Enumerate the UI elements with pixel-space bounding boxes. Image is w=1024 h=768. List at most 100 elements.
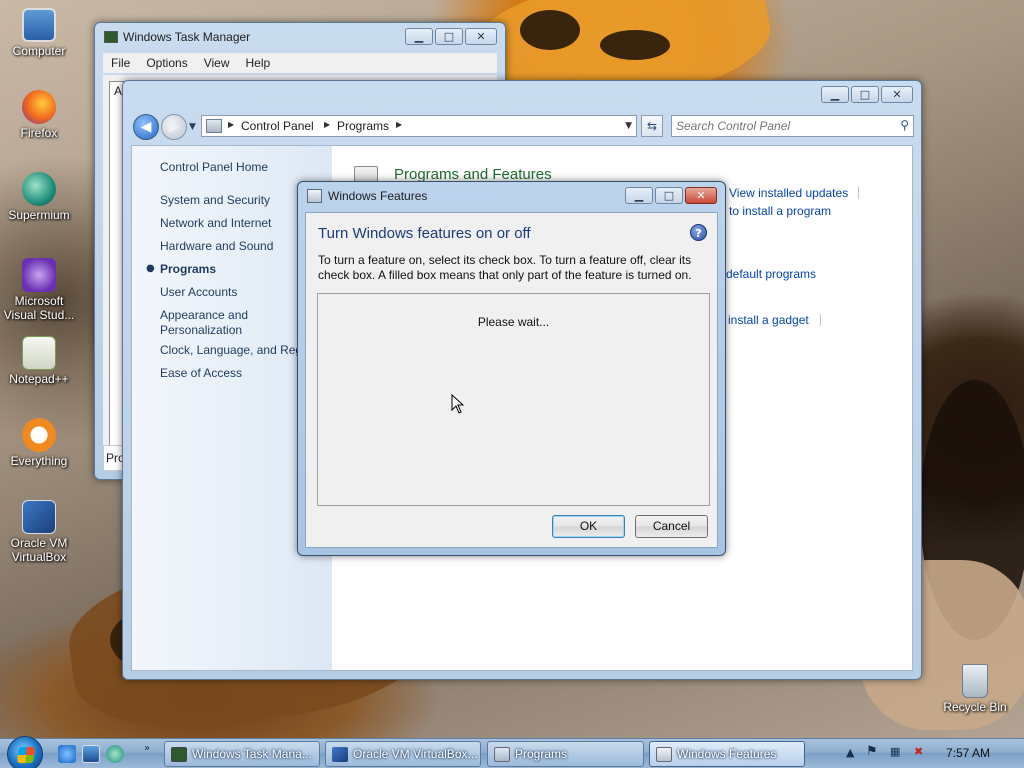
dialog-title: Windows Features: [328, 189, 428, 203]
windows-features-dialog[interactable]: Windows Features ▁ □ ✕ Turn Windows feat…: [297, 181, 726, 556]
maximize-button[interactable]: □: [435, 28, 463, 45]
breadcrumb-programs[interactable]: Programs: [337, 119, 389, 133]
address-dropdown-icon[interactable]: ▼: [625, 121, 632, 131]
desktop-icon-label: Firefox: [20, 126, 58, 140]
taskbar-button-task-manager[interactable]: Windows Task Mana...: [164, 741, 320, 767]
desktop-icon-label: Microsoft Visual Stud...: [3, 294, 75, 322]
maximize-icon: □: [859, 88, 871, 101]
desktop-icon-label: Computer: [12, 44, 66, 58]
dialog-description: To turn a feature on, select its check b…: [318, 253, 692, 282]
quick-launch-app-icon[interactable]: [106, 745, 124, 763]
desktop-icon-supermium[interactable]: Supermium: [1, 172, 77, 222]
feature-list[interactable]: Please wait...: [317, 293, 710, 506]
view-installed-updates-link[interactable]: View installed updates: [729, 186, 848, 200]
minimize-button[interactable]: ▁: [405, 28, 433, 45]
desktop-icon-label: Oracle VM VirtualBox: [10, 536, 68, 564]
breadcrumb-arrow-icon[interactable]: ▶: [228, 120, 234, 129]
taskbar-button-windows-features[interactable]: Windows Features: [649, 741, 805, 767]
nav-user-accounts[interactable]: User Accounts: [160, 285, 237, 300]
action-center-flag-icon[interactable]: ⚑: [866, 744, 878, 759]
quick-launch-more-icon[interactable]: »: [144, 743, 150, 754]
taskbar-button-label: Programs: [515, 747, 568, 761]
nav-clock-language-region[interactable]: Clock, Language, and Reg: [160, 343, 302, 358]
close-button[interactable]: ✕: [881, 86, 913, 103]
supermium-icon: [22, 172, 56, 206]
taskbar-button-label: Oracle VM VirtualBox...: [353, 747, 478, 761]
taskbar-clock[interactable]: 7:57 AM: [946, 746, 990, 760]
menu-options[interactable]: Options: [146, 56, 187, 70]
virtualbox-icon: [22, 500, 56, 534]
desktop-icon-notepad-plus-plus[interactable]: Notepad++: [1, 336, 77, 386]
start-button[interactable]: [7, 736, 43, 768]
windows-logo-icon: [17, 747, 35, 763]
refresh-icon: ⇆: [646, 119, 658, 133]
close-icon: ✕: [696, 189, 706, 202]
taskbar: » Windows Task Mana... Oracle VM Virtual…: [0, 736, 1024, 768]
close-button[interactable]: ✕: [685, 187, 717, 204]
desktop-icon-visual-studio[interactable]: Microsoft Visual Stud...: [1, 258, 77, 322]
internet-explorer-icon[interactable]: [58, 745, 76, 763]
desktop-icon-everything[interactable]: Everything: [1, 418, 77, 468]
nav-ease-of-access[interactable]: Ease of Access: [160, 366, 242, 381]
taskbar-button-label: Windows Task Mana...: [192, 747, 312, 761]
forward-button[interactable]: ▶: [161, 114, 187, 140]
virtualbox-icon: [332, 747, 348, 762]
install-program-link[interactable]: to install a program: [729, 204, 831, 218]
mouse-pointer-icon: [451, 394, 465, 414]
recent-pages-dropdown-icon[interactable]: ▼: [189, 122, 196, 132]
volume-muted-icon[interactable]: ✖: [914, 745, 923, 758]
nav-programs[interactable]: Programs: [160, 262, 216, 277]
network-icon[interactable]: ▦: [890, 745, 900, 758]
default-programs-link[interactable]: default programs: [726, 267, 816, 281]
maximize-icon: □: [443, 30, 455, 43]
nav-appearance-and-personalization[interactable]: Appearance and Personalization: [160, 308, 270, 338]
minimize-button[interactable]: ▁: [821, 86, 849, 103]
search-icon[interactable]: ⚲: [900, 118, 909, 132]
menu-view[interactable]: View: [204, 56, 230, 70]
windows-features-titlebar[interactable]: Windows Features ▁ □ ✕: [298, 182, 725, 210]
firefox-icon: [22, 90, 56, 124]
task-manager-titlebar[interactable]: Windows Task Manager ▁ □ ✕: [95, 23, 505, 51]
taskbar-button-virtualbox[interactable]: Oracle VM VirtualBox...: [325, 741, 481, 767]
taskbar-button-programs[interactable]: Programs: [487, 741, 644, 767]
address-bar[interactable]: ▶ Control Panel ▶ Programs ▶ ▼: [201, 115, 637, 137]
menu-help[interactable]: Help: [246, 56, 271, 70]
control-panel-titlebar[interactable]: ▁ □ ✕: [123, 81, 921, 109]
breadcrumb-arrow-icon[interactable]: ▶: [324, 120, 330, 129]
maximize-button[interactable]: □: [851, 86, 879, 103]
minimize-button[interactable]: ▁: [625, 187, 653, 204]
nav-system-and-security[interactable]: System and Security: [160, 193, 270, 208]
dialog-heading: Turn Windows features on or off: [318, 225, 531, 242]
link-separator: [858, 187, 859, 199]
desktop-icon-recycle-bin[interactable]: Recycle Bin: [937, 664, 1013, 714]
everything-icon: [22, 418, 56, 452]
nav-network-and-internet[interactable]: Network and Internet: [160, 216, 271, 231]
desktop-icon-label: Everything: [10, 454, 68, 468]
breadcrumb-control-panel[interactable]: Control Panel: [241, 119, 314, 133]
visual-studio-icon: [22, 258, 56, 292]
maximize-icon: □: [663, 189, 675, 202]
breadcrumb-arrow-icon[interactable]: ▶: [396, 120, 402, 129]
help-icon[interactable]: ?: [690, 224, 707, 241]
refresh-button[interactable]: ⇆: [641, 115, 663, 137]
minimize-icon: ▁: [634, 189, 644, 202]
close-button[interactable]: ✕: [465, 28, 497, 45]
desktop-icon-virtualbox[interactable]: Oracle VM VirtualBox: [1, 500, 77, 564]
desktop-icon-computer[interactable]: Computer: [1, 8, 77, 58]
menu-file[interactable]: File: [111, 56, 130, 70]
show-desktop-icon[interactable]: [82, 745, 100, 763]
maximize-button[interactable]: □: [655, 187, 683, 204]
desktop-icon-firefox[interactable]: Firefox: [1, 90, 77, 140]
cancel-button[interactable]: Cancel: [635, 515, 708, 538]
search-box[interactable]: ⚲: [671, 115, 914, 137]
search-input[interactable]: [676, 118, 888, 134]
back-button[interactable]: ◀: [133, 114, 159, 140]
nav-hardware-and-sound[interactable]: Hardware and Sound: [160, 239, 273, 254]
nav-control-panel-home[interactable]: Control Panel Home: [160, 160, 268, 175]
show-hidden-icons-icon[interactable]: ▲: [846, 746, 854, 759]
taskbar-button-label: Windows Features: [677, 747, 777, 761]
ok-button[interactable]: OK: [552, 515, 625, 538]
current-item-bullet-icon: ●: [146, 263, 155, 274]
install-gadget-link[interactable]: install a gadget: [728, 313, 809, 327]
address-row: ◀ ▶ ▼ ▶ Control Panel ▶ Programs ▶ ▼ ⇆ ⚲: [131, 111, 914, 141]
